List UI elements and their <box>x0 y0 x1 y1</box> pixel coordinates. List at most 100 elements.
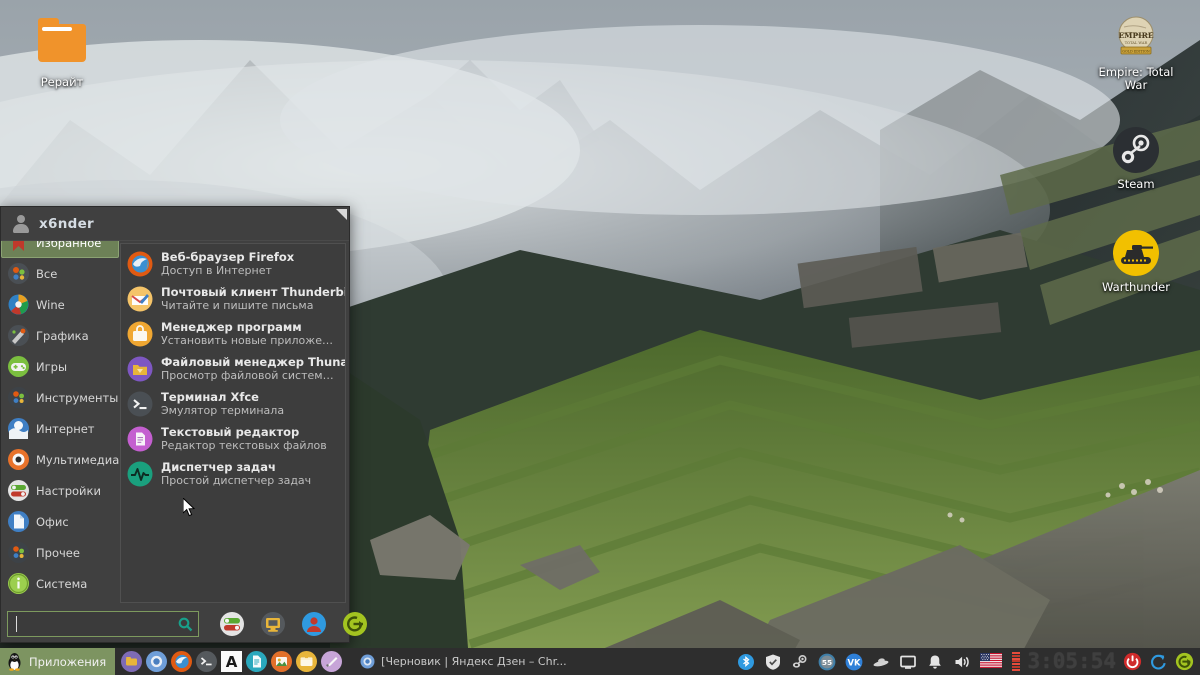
archive-launcher[interactable] <box>296 651 318 672</box>
desktop-icon-label: Steam <box>1117 177 1155 191</box>
logout-button[interactable] <box>1175 652 1194 671</box>
app-item-text-editor[interactable]: Текстовый редактор Редактор текстовых фа… <box>121 421 345 456</box>
app-item-terminal[interactable]: Терминал Xfce Эмулятор терминала <box>121 386 345 421</box>
user-avatar-icon <box>11 214 31 234</box>
thunderbird-icon <box>127 286 153 312</box>
steam-tray-icon[interactable] <box>791 653 809 671</box>
category-list: Избранное Все Wine Графика Игры Инструме… <box>1 241 119 606</box>
category-label: Система <box>36 576 88 591</box>
system-icon <box>8 573 29 594</box>
graphics-icon <box>8 325 29 346</box>
paint-launcher[interactable] <box>321 651 343 672</box>
app-item-task-manager[interactable]: Диспетчер задач Простой диспетчер задач <box>121 456 345 491</box>
category-item-all[interactable]: Все <box>1 258 119 289</box>
files-launcher[interactable] <box>121 651 143 672</box>
category-label: Интернет <box>36 421 95 436</box>
desktop-icon-warthunder[interactable]: Warthunder <box>1088 229 1184 294</box>
application-menu: x6nder Избранное Все Wine Графика Игры И… <box>0 206 367 643</box>
messages-tray-icon[interactable]: 55 <box>818 653 836 671</box>
logout-button[interactable] <box>343 612 367 636</box>
menu-search-field[interactable] <box>7 611 199 637</box>
window-button-chromium[interactable]: [Черновик | Яндекс Дзен – Chr... <box>352 650 574 673</box>
category-item-graphics[interactable]: Графика <box>1 320 119 351</box>
category-label: Инструменты <box>36 390 119 405</box>
taskbar: Приложения A [Черновик | Яндекс Дзен – C… <box>0 648 1200 675</box>
category-item-games[interactable]: Игры <box>1 351 119 382</box>
category-item-wine[interactable]: Wine <box>1 289 119 320</box>
category-item-multimedia[interactable]: Мультимедиа <box>1 444 119 475</box>
multimedia-icon <box>8 449 29 470</box>
category-label: Мультимедиа <box>36 452 119 467</box>
menu-body: Избранное Все Wine Графика Игры Инструме… <box>1 241 349 606</box>
chromium-icon <box>360 654 375 669</box>
menu-header: x6nder <box>1 207 349 241</box>
desktop-icon-steam[interactable]: Steam <box>1088 126 1184 191</box>
category-label: Все <box>36 266 58 281</box>
keyboard-layout-icon[interactable] <box>980 652 1003 671</box>
all-applications-icon <box>8 263 29 284</box>
clock-display[interactable]: 3:05:54 <box>1027 651 1116 672</box>
svg-text:A: A <box>226 653 238 671</box>
category-item-favorites[interactable]: Избранное <box>1 241 119 258</box>
security-tray-icon[interactable] <box>764 653 782 671</box>
volume-tray-icon[interactable] <box>953 653 971 671</box>
category-item-internet[interactable]: Интернет <box>1 413 119 444</box>
terminal-launcher[interactable] <box>196 651 218 672</box>
app-item-firefox[interactable]: Веб-браузер Firefox Доступ в Интернет <box>121 246 345 281</box>
application-list: Веб-браузер Firefox Доступ в Интернет По… <box>120 243 346 603</box>
category-item-office[interactable]: Офис <box>1 506 119 537</box>
firefox-icon <box>127 251 153 277</box>
wine-icon <box>8 294 29 315</box>
app-description: Просмотр файловой системы с по... <box>161 368 339 382</box>
notifications-tray-icon[interactable] <box>926 653 944 671</box>
shutdown-button[interactable] <box>1123 652 1142 671</box>
app-item-thunar[interactable]: Файловый менеджер Thunar Просмотр файлов… <box>121 351 345 386</box>
system-tray: 55 VK <box>729 652 1010 671</box>
folder-icon <box>38 18 86 72</box>
texteditor-launcher[interactable] <box>246 651 268 672</box>
category-item-other[interactable]: Прочее <box>1 537 119 568</box>
steam-icon <box>1112 126 1160 174</box>
bluetooth-tray-icon[interactable] <box>737 653 755 671</box>
resize-grip-icon[interactable] <box>336 209 347 220</box>
vk-tray-icon[interactable]: VK <box>845 653 863 671</box>
app-description: Доступ в Интернет <box>161 263 272 277</box>
imageviewer-launcher[interactable] <box>271 651 293 672</box>
category-item-tools[interactable]: Инструменты <box>1 382 119 413</box>
menu-username: x6nder <box>39 215 94 232</box>
category-item-system[interactable]: Система <box>1 568 119 599</box>
category-label: Офис <box>36 514 69 529</box>
settings-button[interactable] <box>220 612 244 636</box>
display-tray-icon[interactable] <box>899 653 917 671</box>
firefox-launcher[interactable] <box>171 651 193 672</box>
restart-button[interactable] <box>1149 652 1168 671</box>
texteditor-icon <box>127 426 153 452</box>
thunar-icon <box>127 356 153 382</box>
applications-button-label: Приложения <box>29 654 107 669</box>
settings-icon <box>8 480 29 501</box>
empire-total-war-icon: EMPIRE TOTAL WAR GOLD EDITION <box>1112 14 1160 62</box>
warthunder-tray-icon[interactable] <box>872 653 890 671</box>
search-input[interactable] <box>8 612 198 636</box>
mouse-cursor <box>182 496 197 522</box>
search-icon <box>178 617 193 632</box>
applications-menu-button[interactable]: Приложения <box>0 648 116 675</box>
app-name: Менеджер программ <box>161 319 302 334</box>
category-item-settings[interactable]: Настройки <box>1 475 119 506</box>
category-label: Прочее <box>36 545 80 560</box>
taskmanager-icon <box>127 461 153 487</box>
bookmark-icon <box>8 241 29 253</box>
fonts-launcher[interactable]: A <box>221 651 243 672</box>
desktop-icon-empire-total-war[interactable]: EMPIRE TOTAL WAR GOLD EDITION Empire: To… <box>1088 14 1184 92</box>
app-item-thunderbird[interactable]: Почтовый клиент Thunderbird Читайте и пи… <box>121 281 345 316</box>
app-item-software-manager[interactable]: Менеджер программ Установить новые прило… <box>121 316 345 351</box>
desktop-icon-folder[interactable]: Рерайт <box>14 18 110 89</box>
user-button[interactable] <box>302 612 326 636</box>
desktop-icon-label: Empire: Total War <box>1098 65 1174 92</box>
category-label: Wine <box>36 297 65 312</box>
text-caret <box>16 616 17 632</box>
clock-area: 3:05:54 <box>1010 651 1200 672</box>
desktop-icon-label: Warthunder <box>1102 280 1170 294</box>
chromium-launcher[interactable] <box>146 651 168 672</box>
lockscreen-button[interactable] <box>261 612 285 636</box>
